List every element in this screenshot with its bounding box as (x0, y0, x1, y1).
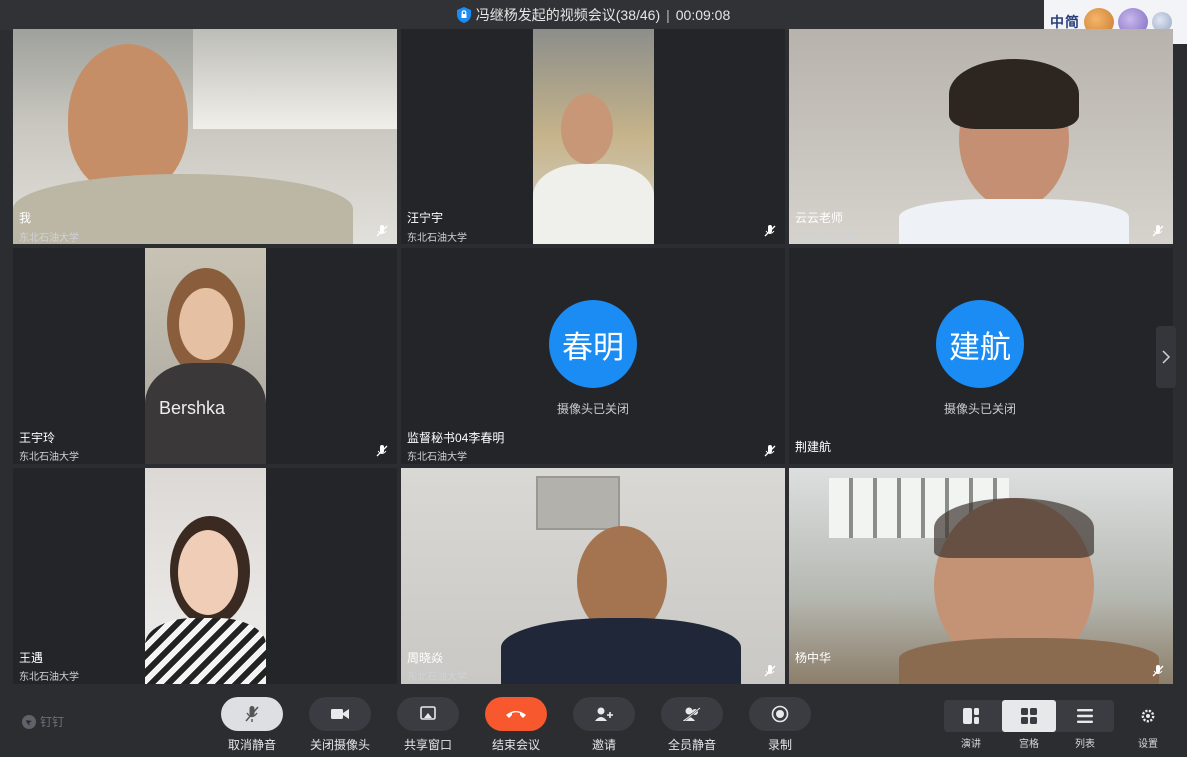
speaker-view-label: 演讲 (961, 739, 981, 750)
speaker-view-icon (963, 708, 979, 724)
mic-muted-icon (764, 665, 776, 677)
record-button[interactable]: 录制 (747, 697, 813, 753)
meeting-title: 冯继杨发起的视频会议(38/46) (475, 7, 661, 23)
participant-tile[interactable]: 杨中华 (789, 468, 1173, 684)
camera-icon (331, 709, 349, 719)
grid-view-icon (1021, 708, 1037, 724)
participant-tile[interactable]: Bershka 王宇玲 东北石油大学 (13, 248, 397, 464)
mic-muted-icon (764, 445, 776, 457)
video-feed (789, 29, 1173, 244)
mic-muted-icon (1152, 665, 1164, 677)
participant-name: 荆建航 (795, 440, 832, 454)
participant-org: 东北石油大学 (19, 452, 79, 463)
unmute-button[interactable]: 取消静音 (219, 697, 285, 753)
mic-muted-icon (376, 225, 388, 237)
participant-tile[interactable]: 建航 摄像头已关闭 荆建航 (789, 248, 1173, 464)
video-feed (13, 29, 397, 244)
speaker-view-button[interactable]: 演讲 (944, 700, 998, 750)
chevron-right-icon (1162, 350, 1171, 364)
camera-off-label: 摄像头已关闭 (556, 402, 629, 416)
avatar: 建航 (936, 300, 1024, 388)
participant-tile[interactable]: 云云老师 东北石油大学 (789, 29, 1173, 244)
hangup-icon (506, 711, 526, 718)
mic-muted-icon (376, 445, 388, 457)
grid-view-button[interactable]: 宫格 (1002, 700, 1056, 750)
participant-name: 王遇 (19, 651, 44, 665)
sticker-text: 中简 (1050, 14, 1080, 30)
record-icon (771, 705, 789, 723)
participant-name: 周晓焱 (407, 651, 444, 665)
participant-tile[interactable]: 王遇 东北石油大学 (13, 468, 397, 684)
participant-name: 监督秘书04李春明 (407, 431, 505, 445)
share-window-button[interactable]: 共享窗口 (395, 697, 461, 753)
next-page-button[interactable] (1156, 326, 1176, 388)
participant-org: 东北石油大学 (795, 233, 855, 244)
share-window-label: 共享窗口 (403, 738, 452, 752)
gear-icon (1141, 709, 1155, 723)
participant-name: 汪宁宇 (407, 211, 444, 225)
participant-tile[interactable]: 春明 摄像头已关闭 监督秘书04李春明 东北石油大学 (401, 248, 785, 464)
share-screen-icon (420, 706, 436, 720)
end-meeting-label: 结束会议 (491, 738, 540, 752)
title-bar: 冯继杨发起的视频会议(38/46) | 00:09:08 (0, 0, 1187, 30)
participant-org: 东北石油大学 (407, 233, 467, 244)
participant-org: 东北石油大学 (407, 452, 467, 463)
mute-all-icon (683, 707, 701, 721)
mic-muted-icon (245, 706, 259, 722)
list-view-icon (1077, 709, 1093, 723)
brand-text: 钉钉 (40, 715, 65, 729)
video-feed (533, 29, 654, 244)
shield-icon (456, 7, 471, 23)
close-camera-button[interactable]: 关闭摄像头 (307, 697, 373, 753)
mute-all-label: 全员静音 (667, 738, 716, 752)
list-view-button[interactable]: 列表 (1058, 700, 1112, 750)
participant-tile[interactable]: 周晓焱 东北石油大学 (401, 468, 785, 684)
video-feed (789, 468, 1173, 684)
settings-button[interactable]: 设置 (1121, 700, 1175, 750)
invite-user-icon (595, 707, 613, 721)
participant-org: 东北石油大学 (19, 233, 79, 244)
record-label: 录制 (767, 738, 792, 752)
participant-name: 杨中华 (795, 651, 832, 665)
mic-muted-icon (764, 225, 776, 237)
elapsed-time: 00:09:08 (675, 7, 731, 23)
title-separator: | (666, 7, 670, 23)
close-camera-label: 关闭摄像头 (309, 738, 370, 752)
mic-muted-icon (1152, 225, 1164, 237)
video-feed: Bershka (145, 248, 266, 464)
grid-view-label: 宫格 (1019, 739, 1039, 750)
participant-tile[interactable]: 我 东北石油大学 (13, 29, 397, 244)
end-meeting-button[interactable]: 结束会议 (483, 697, 549, 753)
participant-name: 王宇玲 (19, 431, 56, 445)
dingtalk-logo-icon (22, 714, 36, 729)
participant-name: 我 (19, 211, 32, 225)
brand-logo: 钉钉 (22, 713, 64, 730)
participant-org: 东北石油大学 (19, 672, 79, 683)
invite-label: 邀请 (591, 738, 616, 752)
invite-button[interactable]: 邀请 (571, 697, 637, 753)
unmute-label: 取消静音 (227, 738, 276, 752)
video-feed (145, 468, 266, 684)
settings-label: 设置 (1138, 739, 1158, 750)
avatar: 春明 (549, 300, 637, 388)
participant-tile[interactable]: 汪宁宇 东北石油大学 (401, 29, 785, 244)
participant-org: 东北石油大学 (407, 672, 467, 683)
list-view-label: 列表 (1075, 739, 1095, 750)
meeting-toolbar: 钉钉 取消静音 关闭摄像头 共享窗口 结束会议 邀请 全员静音 录制 演讲 宫格… (0, 688, 1187, 757)
participant-name: 云云老师 (795, 211, 844, 225)
camera-off-label: 摄像头已关闭 (943, 402, 1016, 416)
mute-all-button[interactable]: 全员静音 (659, 697, 725, 753)
video-feed (401, 468, 785, 684)
